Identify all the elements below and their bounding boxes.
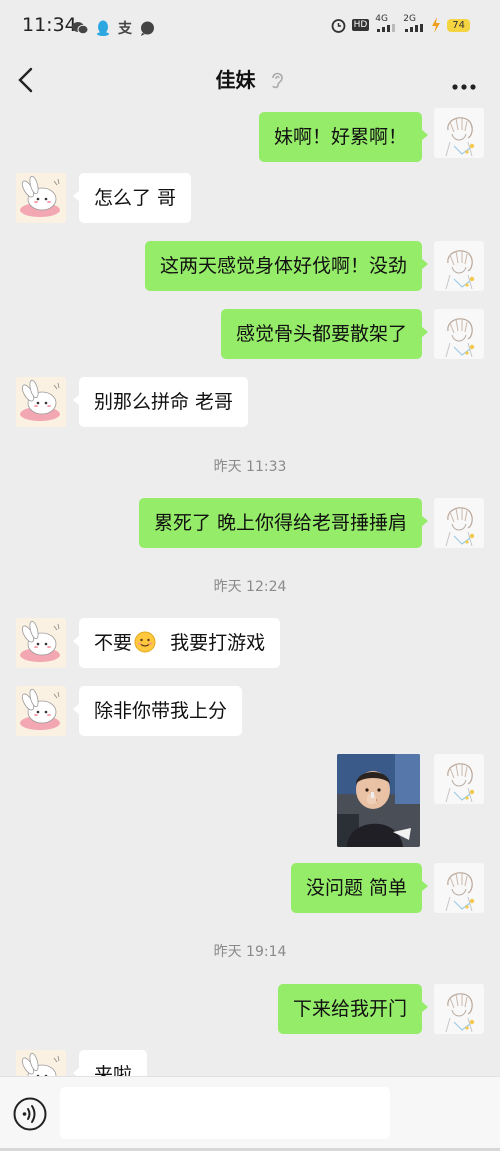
message-input[interactable] bbox=[60, 1087, 390, 1139]
message-bubble-sent[interactable]: 感觉骨头都要散架了 bbox=[220, 309, 429, 359]
input-bar bbox=[0, 1076, 500, 1151]
message-bubble-received[interactable]: 不要 我要打游戏 bbox=[72, 618, 281, 668]
my-avatar[interactable] bbox=[434, 108, 484, 158]
message-text: 没问题 简单 bbox=[305, 877, 407, 899]
message-bubble-received[interactable]: 除非你带我上分 bbox=[72, 686, 243, 736]
my-avatar[interactable] bbox=[434, 984, 484, 1034]
contact-name: 佳妹 bbox=[215, 68, 256, 92]
battery-level: 74 bbox=[452, 19, 465, 31]
wechat-icon bbox=[72, 22, 88, 35]
chat-title: 佳妹 bbox=[0, 64, 500, 93]
notification-icons: 支 bbox=[72, 18, 155, 38]
my-avatar[interactable] bbox=[434, 863, 484, 913]
message-text: 这两天感觉身体好伐啊！没劲 bbox=[159, 255, 407, 277]
chat-header: 佳妹 bbox=[0, 56, 500, 104]
message-text: 累死了 晚上你得给老哥捶捶肩 bbox=[153, 512, 407, 534]
contact-avatar[interactable] bbox=[16, 686, 66, 736]
message-text: 下来给我开门 bbox=[292, 998, 407, 1020]
message-text: 除非你带我上分 bbox=[94, 700, 228, 722]
ear-icon bbox=[272, 72, 284, 89]
more-icon bbox=[452, 84, 476, 90]
message-bubble-sent[interactable]: 下来给我开门 bbox=[277, 984, 429, 1034]
message-bubble-received[interactable]: 怎么了 哥 bbox=[72, 173, 192, 223]
system-icons: HD 4G 2G 74 bbox=[331, 14, 470, 33]
status-bar: 11:34 支 HD 4G 2G 74 bbox=[0, 0, 500, 56]
message-timestamp: 昨天 11:33 bbox=[213, 459, 287, 475]
message-text: 我要打游戏 bbox=[158, 632, 266, 654]
contact-avatar[interactable] bbox=[16, 173, 66, 223]
my-avatar[interactable] bbox=[434, 309, 484, 359]
message-bubble-sent[interactable]: 没问题 简单 bbox=[290, 863, 429, 913]
message-text: 来啦 bbox=[94, 1064, 133, 1076]
message-timestamp: 昨天 19:14 bbox=[213, 944, 287, 960]
message-bubble-received[interactable]: 别那么拼命 老哥 bbox=[72, 377, 249, 427]
message-list[interactable]: 妹啊！好累啊！ 怎么了 哥 这两天感觉身体好伐啊！没劲 感觉骨头都要散架了 别那… bbox=[0, 104, 500, 1076]
smile-emoji-icon bbox=[134, 631, 156, 653]
charging-icon bbox=[432, 17, 441, 33]
message-bubble-sent[interactable]: 这两天感觉身体好伐啊！没劲 bbox=[144, 241, 429, 291]
hd-icon: HD bbox=[351, 19, 370, 31]
message-text: 别那么拼命 老哥 bbox=[94, 391, 234, 413]
message-text: 怎么了 哥 bbox=[94, 187, 177, 209]
message-bubble-sent[interactable]: 妹啊！好累啊！ bbox=[258, 112, 429, 162]
status-time: 11:34 bbox=[22, 14, 77, 36]
my-avatar[interactable] bbox=[434, 754, 484, 804]
image-message[interactable] bbox=[337, 754, 420, 847]
message-text: 感觉骨头都要散架了 bbox=[235, 323, 407, 345]
my-avatar[interactable] bbox=[434, 498, 484, 548]
battery-icon: 74 bbox=[447, 18, 470, 32]
contact-avatar[interactable] bbox=[16, 618, 66, 668]
more-button[interactable] bbox=[452, 76, 476, 90]
voice-icon bbox=[13, 1097, 47, 1131]
message-text: 妹啊！好累啊！ bbox=[273, 126, 407, 148]
network-4g-label: 4G bbox=[375, 14, 388, 24]
alipay-icon: 支 bbox=[118, 21, 132, 37]
voice-button[interactable] bbox=[13, 1097, 47, 1131]
message-timestamp: 昨天 12:24 bbox=[213, 579, 287, 595]
message-text: 不要 bbox=[94, 632, 133, 654]
signal-4g-icon: 4G bbox=[375, 14, 397, 32]
qq-icon bbox=[97, 20, 109, 36]
my-avatar[interactable] bbox=[434, 241, 484, 291]
message-icon bbox=[141, 21, 154, 36]
message-bubble-received[interactable]: 来啦 bbox=[72, 1050, 148, 1076]
signal-2g-icon: 2G bbox=[403, 14, 425, 32]
network-2g-label: 2G bbox=[403, 14, 416, 24]
contact-avatar[interactable] bbox=[16, 377, 66, 427]
message-bubble-sent[interactable]: 累死了 晚上你得给老哥捶捶肩 bbox=[138, 498, 429, 548]
alarm-icon bbox=[331, 18, 345, 33]
contact-avatar[interactable] bbox=[16, 1050, 66, 1076]
